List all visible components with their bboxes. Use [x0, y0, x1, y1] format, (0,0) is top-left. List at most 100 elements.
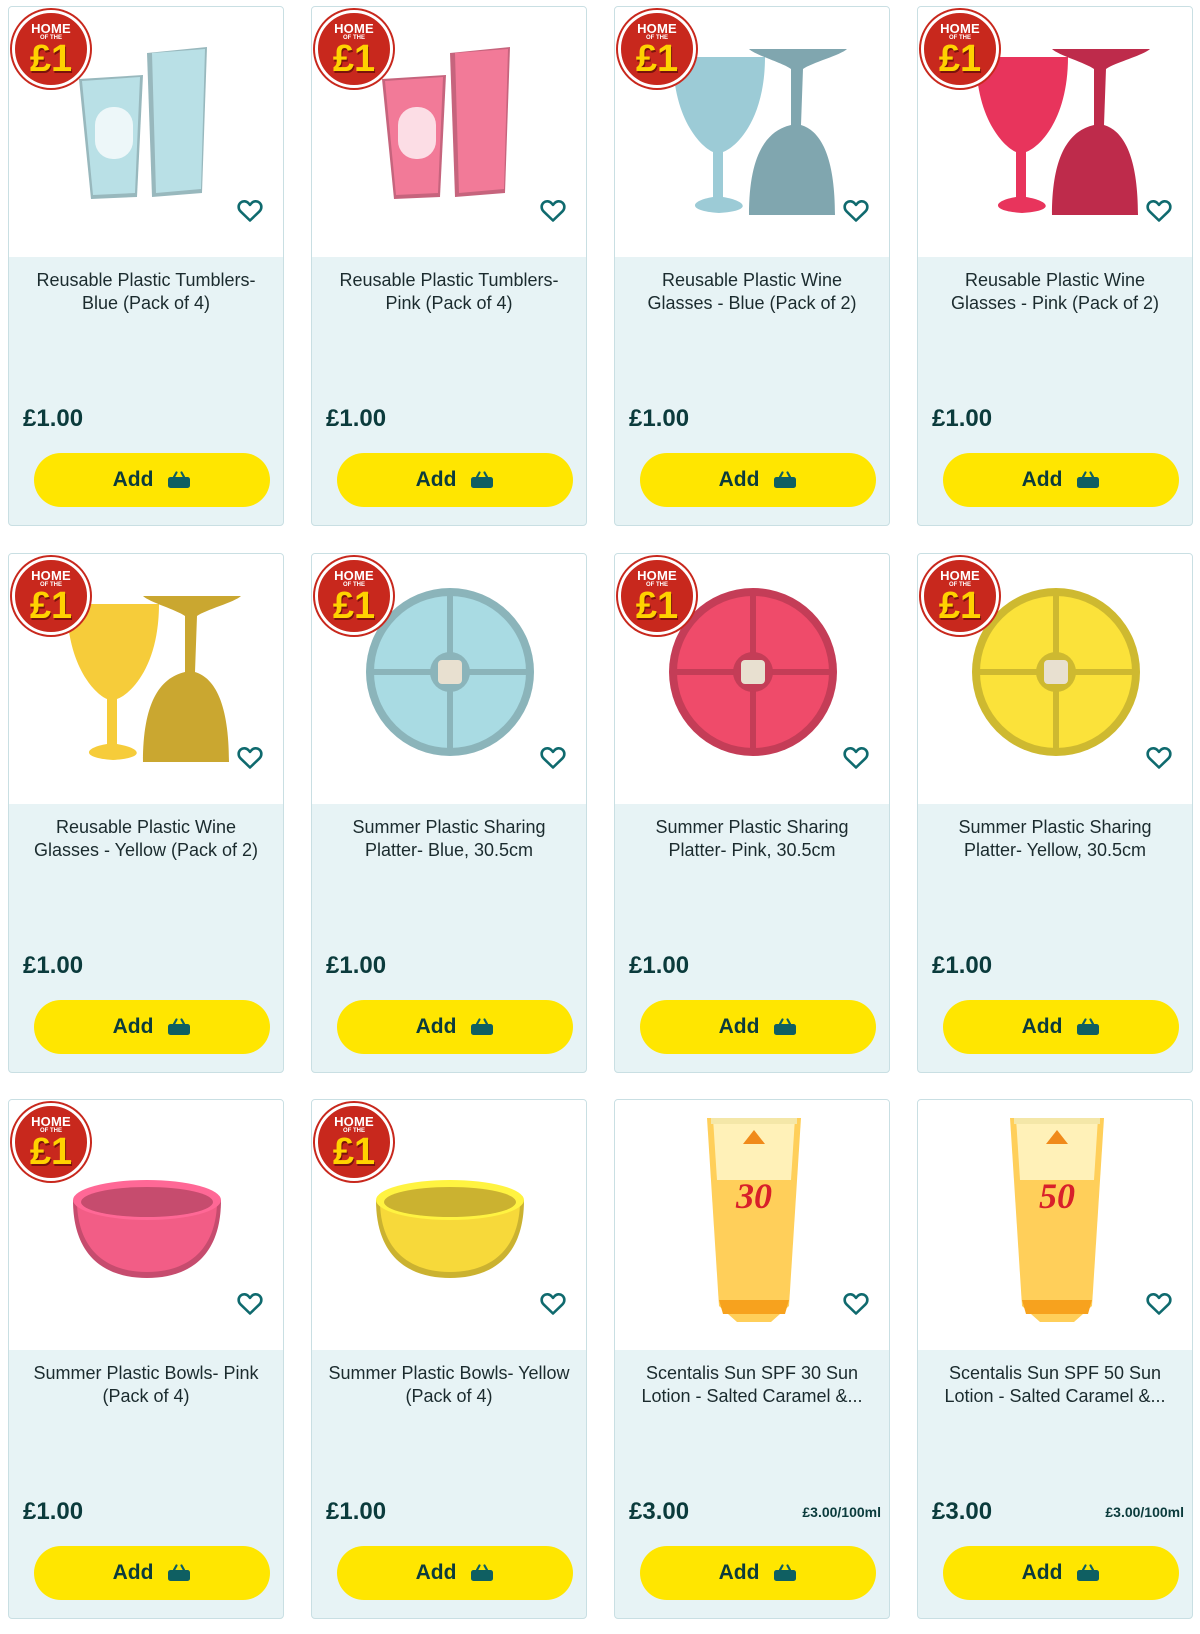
product-card-11[interactable]: 30 Scentalis Sun SPF 30 Sun Lotion - Sal… [614, 1099, 890, 1619]
product-price: £1.00 [23, 1498, 84, 1525]
basket-icon [470, 1018, 494, 1036]
add-button-label: Add [718, 468, 760, 491]
badge-price-text: £1 [635, 585, 679, 627]
add-button-label: Add [112, 1561, 154, 1584]
add-to-basket-button[interactable]: Add [34, 1546, 270, 1600]
product-price: £1.00 [23, 405, 84, 432]
product-name[interactable]: Summer Plastic Bowls- Pink (Pack of 4) [23, 1362, 269, 1408]
add-to-basket-button[interactable]: Add [337, 1000, 573, 1054]
badge-home-text: HOME [31, 1114, 71, 1129]
basket-icon [1076, 471, 1100, 489]
favourite-heart-icon[interactable] [843, 746, 869, 770]
product-card-5[interactable]: HOME OF THE £1 Reusable Plastic Wine Gla… [8, 553, 284, 1073]
home-of-the-pound-badge: HOME OF THE £1 [921, 557, 999, 635]
favourite-heart-icon[interactable] [1146, 746, 1172, 770]
product-name[interactable]: Summer Plastic Bowls- Yellow (Pack of 4) [326, 1362, 572, 1408]
add-to-basket-button[interactable]: Add [640, 453, 876, 507]
product-price: £1.00 [326, 1498, 387, 1525]
product-price: £1.00 [629, 405, 690, 432]
product-name[interactable]: Reusable Plastic Tumblers- Blue (Pack of… [23, 269, 269, 315]
product-card-4[interactable]: HOME OF THE £1 Reusable Plastic Wine Gla… [917, 6, 1193, 526]
badge-home-text: HOME [637, 21, 677, 36]
product-card-10[interactable]: HOME OF THE £1 Summer Plastic Bowls- Yel… [311, 1099, 587, 1619]
basket-icon [1076, 1018, 1100, 1036]
svg-text:30: 30 [735, 1176, 772, 1216]
favourite-heart-icon[interactable] [1146, 1292, 1172, 1316]
basket-icon [167, 1564, 191, 1582]
product-card-8[interactable]: HOME OF THE £1 Summer Plastic Sharing Pl… [917, 553, 1193, 1073]
add-to-basket-button[interactable]: Add [34, 1000, 270, 1054]
basket-icon [773, 1018, 797, 1036]
basket-icon [167, 471, 191, 489]
add-button-label: Add [1021, 1561, 1063, 1584]
badge-home-text: HOME [940, 568, 980, 583]
basket-icon [773, 1564, 797, 1582]
add-button-label: Add [1021, 1015, 1063, 1038]
basket-icon [773, 471, 797, 489]
product-name[interactable]: Reusable Plastic Wine Glasses - Blue (Pa… [629, 269, 875, 315]
badge-home-text: HOME [940, 21, 980, 36]
add-to-basket-button[interactable]: Add [34, 453, 270, 507]
favourite-heart-icon[interactable] [843, 1292, 869, 1316]
favourite-heart-icon[interactable] [540, 746, 566, 770]
product-name[interactable]: Scentalis Sun SPF 30 Sun Lotion - Salted… [629, 1362, 875, 1408]
badge-price-text: £1 [332, 38, 376, 80]
product-name[interactable]: Summer Plastic Sharing Platter- Blue, 30… [326, 816, 572, 862]
product-card-1[interactable]: HOME OF THE £1 Reusable Plastic Tumblers… [8, 6, 284, 526]
product-name[interactable]: Reusable Plastic Wine Glasses - Pink (Pa… [932, 269, 1178, 315]
home-of-the-pound-badge: HOME OF THE £1 [921, 10, 999, 88]
add-button-label: Add [718, 1015, 760, 1038]
product-price: £1.00 [326, 405, 387, 432]
badge-price-text: £1 [29, 1131, 73, 1173]
add-button-label: Add [112, 468, 154, 491]
product-card-2[interactable]: HOME OF THE £1 Reusable Plastic Tumblers… [311, 6, 587, 526]
badge-price-text: £1 [29, 38, 73, 80]
home-of-the-pound-badge: HOME OF THE £1 [315, 557, 393, 635]
add-button-label: Add [718, 1561, 760, 1584]
product-price: £1.00 [932, 405, 993, 432]
product-name[interactable]: Reusable Plastic Tumblers- Pink (Pack of… [326, 269, 572, 315]
product-price: £3.00 [932, 1498, 993, 1525]
add-to-basket-button[interactable]: Add [337, 1546, 573, 1600]
badge-home-text: HOME [334, 21, 374, 36]
favourite-heart-icon[interactable] [540, 199, 566, 223]
product-card-3[interactable]: HOME OF THE £1 Reusable Plastic Wine Gla… [614, 6, 890, 526]
add-to-basket-button[interactable]: Add [943, 1000, 1179, 1054]
product-price: £1.00 [326, 952, 387, 979]
badge-home-text: HOME [334, 568, 374, 583]
basket-icon [470, 1564, 494, 1582]
unit-price: £3.00/100ml [1105, 1504, 1184, 1520]
product-card-12[interactable]: 50 Scentalis Sun SPF 50 Sun Lotion - Sal… [917, 1099, 1193, 1619]
product-name[interactable]: Reusable Plastic Wine Glasses - Yellow (… [23, 816, 269, 862]
home-of-the-pound-badge: HOME OF THE £1 [12, 10, 90, 88]
product-grid: HOME OF THE £1 Reusable Plastic Tumblers… [0, 0, 1200, 1634]
add-to-basket-button[interactable]: Add [943, 453, 1179, 507]
badge-price-text: £1 [938, 585, 982, 627]
favourite-heart-icon[interactable] [237, 746, 263, 770]
favourite-heart-icon[interactable] [540, 1292, 566, 1316]
svg-text:50: 50 [1039, 1176, 1075, 1216]
add-to-basket-button[interactable]: Add [943, 1546, 1179, 1600]
product-price: £1.00 [629, 952, 690, 979]
favourite-heart-icon[interactable] [237, 1292, 263, 1316]
product-name[interactable]: Summer Plastic Sharing Platter- Pink, 30… [629, 816, 875, 862]
badge-price-text: £1 [332, 585, 376, 627]
home-of-the-pound-badge: HOME OF THE £1 [618, 557, 696, 635]
product-card-7[interactable]: HOME OF THE £1 Summer Plastic Sharing Pl… [614, 553, 890, 1073]
badge-home-text: HOME [31, 568, 71, 583]
product-price: £1.00 [932, 952, 993, 979]
product-card-9[interactable]: HOME OF THE £1 Summer Plastic Bowls- Pin… [8, 1099, 284, 1619]
favourite-heart-icon[interactable] [843, 199, 869, 223]
add-to-basket-button[interactable]: Add [640, 1000, 876, 1054]
add-button-label: Add [1021, 468, 1063, 491]
favourite-heart-icon[interactable] [1146, 199, 1172, 223]
product-name[interactable]: Summer Plastic Sharing Platter- Yellow, … [932, 816, 1178, 862]
add-to-basket-button[interactable]: Add [337, 453, 573, 507]
product-name[interactable]: Scentalis Sun SPF 50 Sun Lotion - Salted… [932, 1362, 1178, 1408]
badge-home-text: HOME [334, 1114, 374, 1129]
home-of-the-pound-badge: HOME OF THE £1 [315, 10, 393, 88]
add-button-label: Add [415, 468, 457, 491]
add-to-basket-button[interactable]: Add [640, 1546, 876, 1600]
product-card-6[interactable]: HOME OF THE £1 Summer Plastic Sharing Pl… [311, 553, 587, 1073]
favourite-heart-icon[interactable] [237, 199, 263, 223]
